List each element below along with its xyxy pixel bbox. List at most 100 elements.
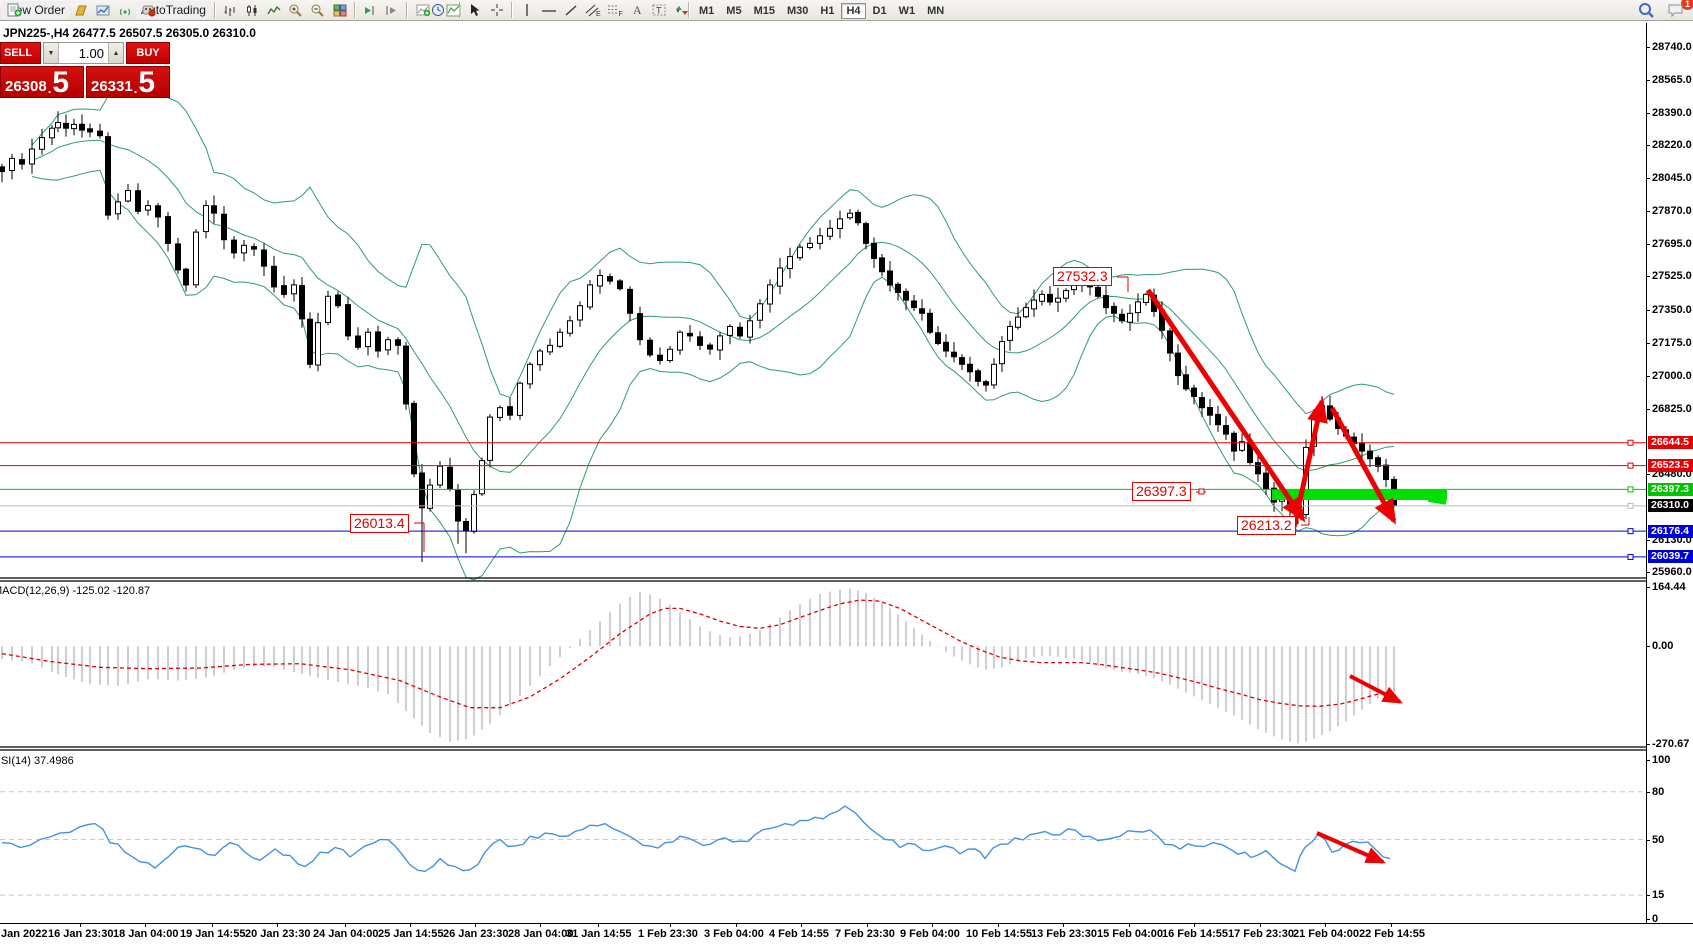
- timeframe-button-M15[interactable]: M15: [749, 3, 780, 19]
- text-button[interactable]: A: [626, 1, 648, 19]
- time-axis[interactable]: Jan 202216 Jan 23:3018 Jan 04:0019 Jan 1…: [0, 923, 1693, 946]
- candle: [316, 323, 321, 365]
- timeframe-button-D1[interactable]: D1: [868, 3, 892, 19]
- timeframe-group: M1M5M15M30H1H4D1W1MN: [693, 1, 950, 19]
- line-handle[interactable]: [1628, 440, 1633, 445]
- trendline-button[interactable]: [560, 1, 582, 19]
- candle: [1120, 314, 1125, 321]
- candle: [1128, 313, 1133, 322]
- candle: [828, 228, 833, 236]
- new-order-button[interactable]: New Order: [2, 1, 70, 19]
- volume-decrease-button[interactable]: ▼: [44, 43, 59, 63]
- line-handle[interactable]: [1628, 487, 1633, 492]
- zoom-out-icon: [310, 3, 325, 17]
- fibonacci-button[interactable]: F: [604, 1, 626, 19]
- time-axis-label: 22 Feb 14:55: [1359, 928, 1425, 940]
- zoom-in-button[interactable]: [285, 1, 307, 19]
- time-axis-label: 17 Feb 23:30: [1228, 928, 1294, 940]
- volume-input[interactable]: [59, 43, 108, 63]
- buy-price-panel[interactable]: 26331.5: [86, 66, 170, 98]
- equidistant-channel-button[interactable]: E: [582, 1, 604, 19]
- line-handle[interactable]: [1628, 463, 1633, 468]
- time-axis-label: 28 Jan 04:00: [508, 928, 573, 940]
- candle: [0, 167, 5, 172]
- candle: [748, 321, 753, 337]
- time-axis-label: 16 Jan 23:30: [48, 928, 113, 940]
- candlestick-chart-button[interactable]: [241, 1, 263, 19]
- notifications-button[interactable]: 1: [1665, 1, 1687, 19]
- candle: [1000, 342, 1005, 364]
- price-axis-tick: 28220.0: [1652, 139, 1692, 151]
- timeframe-button-H4[interactable]: H4: [841, 3, 865, 19]
- candle: [658, 355, 663, 360]
- candle: [300, 286, 305, 319]
- price-annotation-label[interactable]: 27532.3: [1053, 267, 1112, 286]
- timeframe-button-M1[interactable]: M1: [694, 3, 719, 19]
- search-button[interactable]: [1635, 1, 1657, 19]
- gold-seal-button[interactable]: [70, 1, 92, 19]
- chart-shift-button[interactable]: [381, 1, 403, 19]
- svg-text:E: E: [596, 11, 601, 17]
- candle: [50, 128, 55, 138]
- indicators-button[interactable]: ▾: [411, 0, 426, 20]
- line-handle[interactable]: [1628, 503, 1633, 508]
- price-level-label: 26039.7: [1648, 550, 1693, 563]
- candle: [856, 212, 861, 222]
- timeframe-button-H1[interactable]: H1: [815, 3, 839, 19]
- sell-button[interactable]: SELL: [0, 42, 41, 64]
- candle: [608, 277, 613, 282]
- time-axis-label: Jan 2022: [1, 928, 47, 940]
- candle: [984, 382, 989, 385]
- candle: [904, 291, 909, 300]
- autoscroll-button[interactable]: [359, 1, 381, 19]
- autotrading-button[interactable]: AutoTrading: [136, 1, 211, 19]
- vertical-line-button[interactable]: [516, 1, 538, 19]
- rsi-axis-tick: 100: [1652, 754, 1670, 766]
- timeframe-button-M30[interactable]: M30: [782, 3, 813, 19]
- bar-chart-button[interactable]: [219, 1, 241, 19]
- horizontal-line-button[interactable]: [538, 1, 560, 19]
- timeframe-button-M5[interactable]: M5: [721, 3, 746, 19]
- candle: [758, 304, 763, 320]
- line-handle[interactable]: [1628, 529, 1633, 534]
- volume-increase-button[interactable]: ▲: [108, 43, 123, 63]
- candle: [1360, 443, 1365, 451]
- bar-chart-icon: [223, 4, 237, 17]
- candle: [808, 243, 813, 247]
- main-chart-canvas[interactable]: [0, 23, 1646, 923]
- indicators-icon: [416, 3, 431, 17]
- candle: [396, 340, 401, 346]
- svg-text:F: F: [619, 11, 623, 17]
- line-handle[interactable]: [1628, 554, 1633, 559]
- radio-signal-button[interactable]: [114, 1, 136, 19]
- candle: [1112, 306, 1117, 313]
- cursor-button[interactable]: [464, 1, 486, 19]
- sell-label: SELL: [4, 47, 32, 59]
- candle: [386, 340, 391, 350]
- text-label-button[interactable]: T: [648, 1, 670, 19]
- sell-price-panel[interactable]: 26308.5: [0, 66, 84, 98]
- candle: [448, 467, 453, 489]
- macd-arrow[interactable]: [1350, 676, 1400, 702]
- tile-windows-button[interactable]: [329, 1, 351, 19]
- arrows-button[interactable]: ▾: [670, 0, 685, 20]
- crosshair-button[interactable]: [486, 1, 508, 19]
- zoom-out-button[interactable]: [307, 1, 329, 19]
- timeframe-button-W1[interactable]: W1: [894, 3, 921, 19]
- trend-arrow[interactable]: [1332, 408, 1394, 521]
- price-level-label: 26310.0: [1648, 499, 1693, 512]
- price-annotation-label[interactable]: 26397.3: [1132, 482, 1191, 501]
- candle: [976, 371, 981, 382]
- candle: [798, 247, 803, 258]
- candle: [538, 351, 543, 365]
- price-annotation-label[interactable]: 26213.2: [1237, 516, 1296, 535]
- blue-chart-button[interactable]: [92, 1, 114, 19]
- candle: [272, 266, 277, 287]
- price-annotation-label[interactable]: 26013.4: [350, 514, 409, 533]
- candle: [952, 352, 957, 357]
- timeframe-button-MN[interactable]: MN: [922, 3, 949, 19]
- candle: [992, 364, 997, 385]
- candle: [428, 485, 433, 508]
- buy-button[interactable]: BUY: [126, 42, 170, 64]
- line-chart-button[interactable]: [263, 1, 285, 19]
